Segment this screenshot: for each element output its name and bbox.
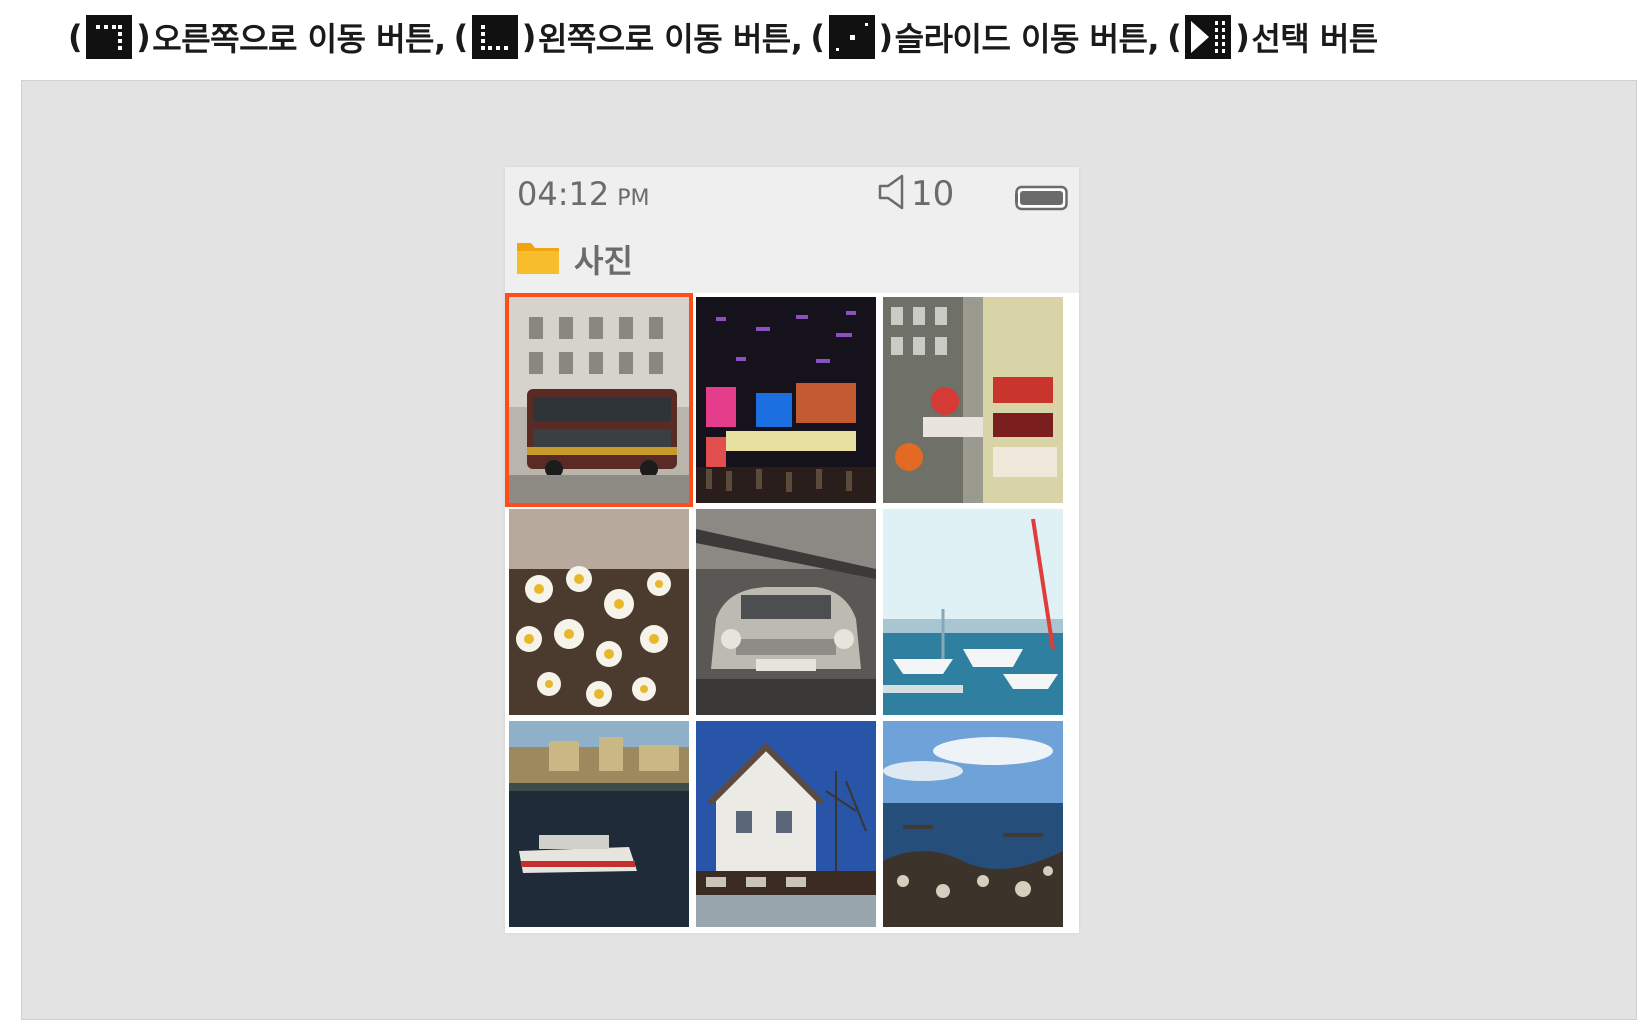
clock-time: 04:12 [517,175,610,213]
volume-value: 10 [911,174,955,214]
photo-thumb-bus[interactable] [505,293,693,507]
legend-label-left: 왼쪽으로 이동 버튼, [537,20,803,58]
photo-thumb-night-city[interactable] [696,297,876,503]
battery-icon [1015,185,1071,215]
slide-key-icon [828,15,875,59]
photo-thumb-seaside-house[interactable] [696,721,876,927]
photo-thumb-building-signs[interactable] [883,297,1063,503]
legend-label-select: 선택 버튼 [1251,20,1378,58]
photo-grid [505,293,1079,933]
device-screen: 04:12 PM 10 사진 [505,167,1079,933]
photo-thumb-marina[interactable] [883,509,1063,715]
legend-label-right: 오른쪽으로 이동 버튼, [152,20,446,58]
volume-indicator: 10 [877,173,954,215]
key-legend: ( ) 오른쪽으로 이동 버튼, ( ) 왼쪽으로 이동 버튼, () 슬라이… [66,12,1384,62]
photo-thumb-daisies[interactable] [509,509,689,715]
clock: 04:12 PM [517,175,649,213]
folder-name: 사진 [574,242,633,280]
photo-thumb-rocky-coast[interactable] [883,721,1063,927]
status-bar: 04:12 PM 10 [505,167,1079,219]
right-key-icon [86,15,133,59]
photo-thumb-old-car[interactable] [696,509,876,715]
left-key-icon [471,15,518,59]
folder-icon [516,239,560,279]
select-key-icon [1185,15,1232,59]
legend-label-slide: 슬라이드 이동 버튼, [894,20,1160,58]
folder-header: 사진 [505,231,1079,287]
photo-thumb-river-ferry[interactable] [509,721,689,927]
clock-ampm: PM [617,186,650,211]
speaker-icon [877,173,907,215]
